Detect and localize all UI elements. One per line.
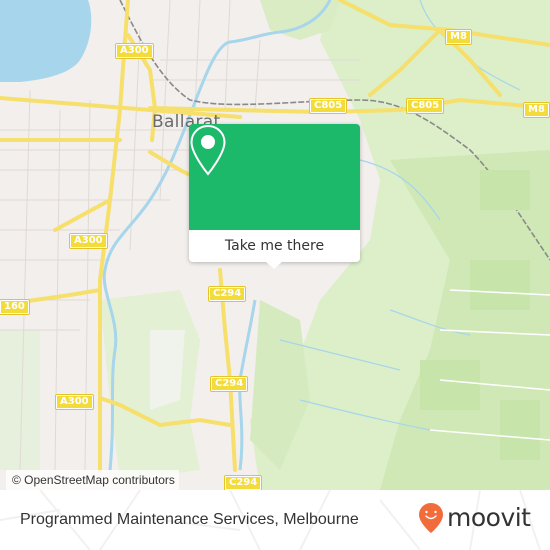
moovit-logo[interactable]: moovit: [418, 502, 531, 534]
place-name: Programmed Maintenance Services, Melbour…: [20, 511, 359, 528]
road-shield-c294: C294: [209, 376, 249, 392]
popup-header: [189, 124, 360, 230]
road-shield-a300: A300: [69, 233, 108, 249]
road-shield-c805: C805: [405, 98, 445, 114]
footer-bar: Programmed Maintenance Services, Melbour…: [0, 490, 550, 550]
road-shield-c294: C294: [223, 475, 263, 490]
road-shield-c294: C294: [207, 286, 247, 302]
take-me-there-button[interactable]: Take me there: [189, 230, 360, 262]
moovit-pin-icon: [419, 503, 443, 533]
road-shield-a300: A300: [55, 394, 94, 410]
map-view[interactable]: Ballarat A300 M8 C805 C805 M8 A300 160 C…: [0, 0, 550, 490]
destination-popup: Take me there: [189, 124, 360, 269]
take-me-there-label: Take me there: [224, 238, 325, 254]
popup-pointer: [265, 261, 283, 269]
moovit-logo-text: moovit: [447, 503, 531, 532]
road-shield-a300: A300: [115, 43, 154, 59]
location-pin-icon: [190, 124, 226, 176]
road-shield-c805: C805: [308, 98, 348, 114]
road-shield-m8: M8: [523, 102, 550, 118]
road-shield-160: 160: [0, 299, 30, 315]
map-attribution[interactable]: © OpenStreetMap contributors: [6, 470, 179, 490]
road-shield-m8: M8: [445, 29, 472, 45]
